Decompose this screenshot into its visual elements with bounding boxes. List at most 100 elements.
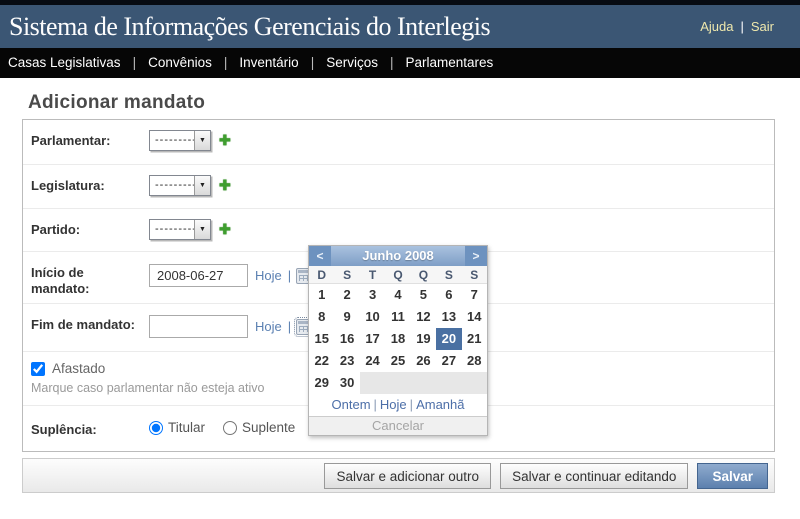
- save-and-continue-button[interactable]: Salvar e continuar editando: [500, 463, 688, 489]
- calendar-day-21[interactable]: 21: [462, 328, 487, 350]
- calendar-day-12[interactable]: 12: [411, 306, 436, 328]
- calendar-day-19[interactable]: 19: [411, 328, 436, 350]
- calendar-day-7[interactable]: 7: [462, 284, 487, 306]
- add-partido-icon[interactable]: ✚: [219, 221, 231, 238]
- afastado-help-text: Marque caso parlamentar não esteja ativo: [31, 381, 264, 395]
- inicio-mandato-input[interactable]: [149, 264, 248, 287]
- calendar-prev-month-button[interactable]: <: [309, 246, 331, 266]
- calendar-day-15[interactable]: 15: [309, 328, 334, 350]
- nav-separator: |: [311, 55, 315, 70]
- afastado-checkbox[interactable]: [31, 362, 45, 376]
- parlamentar-label: Parlamentar:: [31, 133, 143, 149]
- page-title: Adicionar mandato: [28, 92, 205, 114]
- partido-select-value: ---------: [150, 220, 194, 239]
- calendar-day-2[interactable]: 2: [334, 284, 359, 306]
- calendar-day-23[interactable]: 23: [334, 350, 359, 372]
- calendar-day-6[interactable]: 6: [436, 284, 461, 306]
- calendar-day-14[interactable]: 14: [462, 306, 487, 328]
- calendar-day-17[interactable]: 17: [360, 328, 385, 350]
- main-nav: Casas Legislativas | Convênios | Inventário |…: [0, 48, 800, 78]
- fim-hoje-link[interactable]: Hoje: [255, 319, 282, 334]
- hoje-separator: |: [288, 268, 291, 283]
- calendar-link-ontem[interactable]: Ontem: [332, 397, 371, 412]
- calendar-day-name: Q: [411, 266, 436, 284]
- calendar-next-month-button[interactable]: >: [465, 246, 487, 266]
- calendar-link-separator: |: [374, 397, 377, 412]
- calendar-day-9[interactable]: 9: [334, 306, 359, 328]
- add-parlamentar-icon[interactable]: ✚: [219, 132, 231, 149]
- parlamentar-select[interactable]: --------- ▼: [149, 130, 211, 151]
- nav-item-casas-legislativas[interactable]: Casas Legislativas: [8, 55, 121, 70]
- parlamentar-select-value: ---------: [150, 131, 194, 150]
- calendar-day-10[interactable]: 10: [360, 306, 385, 328]
- calendar-day-18[interactable]: 18: [385, 328, 410, 350]
- nav-item-servicos[interactable]: Serviços: [326, 55, 378, 70]
- titular-radio[interactable]: [149, 421, 163, 435]
- calendar-day-11[interactable]: 11: [385, 306, 410, 328]
- nav-separator: |: [224, 55, 228, 70]
- help-link[interactable]: Ajuda: [700, 19, 733, 34]
- partido-label: Partido:: [31, 222, 143, 238]
- calendar-day-name: Q: [385, 266, 410, 284]
- calendar-day-4[interactable]: 4: [385, 284, 410, 306]
- legislatura-label: Legislatura:: [31, 178, 143, 194]
- calendar-quick-links: Ontem|Hoje|Amanhã: [309, 394, 487, 416]
- dropdown-arrow-icon: ▼: [194, 220, 210, 239]
- partido-select[interactable]: --------- ▼: [149, 219, 211, 240]
- calendar-day-5[interactable]: 5: [411, 284, 436, 306]
- calendar-empty-cell: [385, 372, 410, 394]
- calendar-day-names: DSTQQSS: [309, 266, 487, 284]
- save-and-add-another-button[interactable]: Salvar e adicionar outro: [324, 463, 491, 489]
- calendar-day-29[interactable]: 29: [309, 372, 334, 394]
- add-legislatura-icon[interactable]: ✚: [219, 177, 231, 194]
- calendar-header: < Junho 2008 >: [309, 246, 487, 266]
- calendar-day-name: D: [309, 266, 334, 284]
- calendar-day-30[interactable]: 30: [334, 372, 359, 394]
- calendar-link-hoje[interactable]: Hoje: [380, 397, 407, 412]
- calendar-day-27[interactable]: 27: [436, 350, 461, 372]
- calendar-day-1[interactable]: 1: [309, 284, 334, 306]
- calendar-day-28[interactable]: 28: [462, 350, 487, 372]
- fim-mandato-input[interactable]: [149, 315, 248, 338]
- calendar-day-24[interactable]: 24: [360, 350, 385, 372]
- calendar-empty-cell: [360, 372, 385, 394]
- masthead-links: Ajuda | Sair: [700, 5, 774, 48]
- calendar-link-amanha[interactable]: Amanhã: [416, 397, 464, 412]
- calendar-link-separator: |: [410, 397, 413, 412]
- form-row-parlamentar: Parlamentar: --------- ▼ ✚: [23, 120, 774, 164]
- fim-mandato-label: Fim de mandato:: [31, 317, 143, 333]
- suplente-label: Suplente: [242, 420, 295, 435]
- inicio-hoje-link[interactable]: Hoje: [255, 268, 282, 283]
- calendar-day-22[interactable]: 22: [309, 350, 334, 372]
- legislatura-select-value: ---------: [150, 176, 194, 195]
- calendar-cancel-button[interactable]: Cancelar: [309, 416, 487, 435]
- form-row-legislatura: Legislatura: --------- ▼ ✚: [23, 164, 774, 208]
- save-button[interactable]: Salvar: [697, 463, 768, 489]
- nav-item-convenios[interactable]: Convênios: [148, 55, 212, 70]
- calendar-day-13[interactable]: 13: [436, 306, 461, 328]
- calendar-day-20[interactable]: 20: [436, 328, 461, 350]
- nav-item-parlamentares[interactable]: Parlamentares: [405, 55, 493, 70]
- calendar-empty-cell: [462, 372, 487, 394]
- calendar-popup: < Junho 2008 > DSTQQSS 12345678910111213…: [308, 245, 488, 436]
- masthead-separator: |: [740, 19, 743, 34]
- nav-separator: |: [390, 55, 394, 70]
- calendar-day-25[interactable]: 25: [385, 350, 410, 372]
- nav-separator: |: [133, 55, 137, 70]
- suplencia-label: Suplência:: [31, 422, 143, 438]
- titular-label: Titular: [168, 420, 205, 435]
- afastado-label: Afastado: [52, 361, 105, 376]
- suplente-radio[interactable]: [223, 421, 237, 435]
- inicio-mandato-label: Início de mandato:: [31, 265, 143, 297]
- calendar-day-8[interactable]: 8: [309, 306, 334, 328]
- legislatura-select[interactable]: --------- ▼: [149, 175, 211, 196]
- hoje-separator: |: [288, 319, 291, 334]
- calendar-grid: 1234567891011121314151617181920212223242…: [309, 284, 487, 394]
- nav-item-inventario[interactable]: Inventário: [239, 55, 298, 70]
- calendar-day-16[interactable]: 16: [334, 328, 359, 350]
- calendar-empty-cell: [411, 372, 436, 394]
- calendar-day-26[interactable]: 26: [411, 350, 436, 372]
- dropdown-arrow-icon: ▼: [194, 131, 210, 150]
- logout-link[interactable]: Sair: [751, 19, 774, 34]
- calendar-day-3[interactable]: 3: [360, 284, 385, 306]
